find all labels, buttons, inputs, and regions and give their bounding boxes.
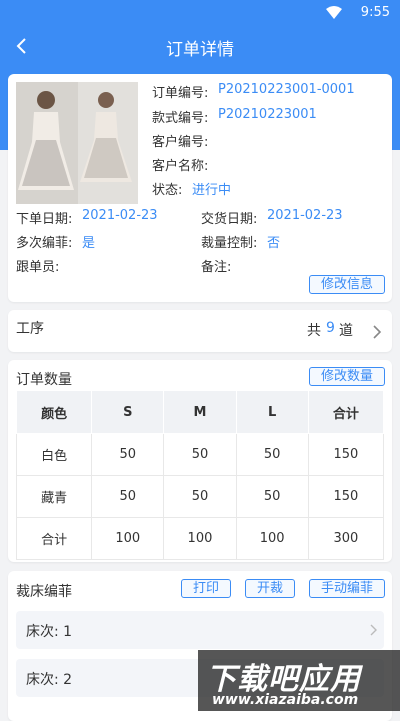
process-card[interactable]: 工序 共 9 道 [8, 310, 392, 352]
table-cell: 100 [91, 517, 165, 560]
follower-label: 跟单员: [16, 260, 60, 275]
remark-label: 备注: [201, 260, 232, 275]
table-row: 藏青 50 50 50 150 [15, 475, 385, 518]
cut-control-value: 否 [267, 236, 281, 251]
status-bar: 9:55 [0, 0, 400, 26]
bed-row[interactable]: 床次: 1 [16, 611, 384, 649]
customer-name-label: 客户名称: [152, 159, 209, 174]
table-cell: 150 [307, 433, 385, 476]
table-row: 合计 100 100 100 300 [15, 517, 385, 560]
column-header: S [91, 390, 165, 434]
column-header: L [235, 390, 309, 434]
header: 订单详情 [0, 26, 400, 66]
process-count: 9 [326, 320, 335, 336]
wifi-icon [326, 6, 342, 19]
table-cell: 白色 [15, 433, 93, 476]
column-header: 颜色 [15, 390, 93, 434]
cut-control-label: 裁量控制: [201, 236, 258, 251]
customer-no-label: 客户编号: [152, 135, 209, 150]
chevron-right-icon [370, 624, 377, 636]
process-count-prefix: 共 [307, 323, 321, 339]
order-date-value: 2021-02-23 [82, 208, 158, 223]
table-cell: 藏青 [15, 475, 93, 518]
order-no-value: P20210223001-0001 [218, 82, 355, 97]
table-cell: 100 [163, 517, 237, 560]
column-header: 合计 [307, 390, 385, 434]
style-no-value: P20210223001 [218, 107, 317, 122]
table-header-row: 颜色 S M L 合计 [15, 390, 385, 434]
watermark: 下载吧应用 www.xiazaiba.com [198, 650, 400, 711]
status-label: 状态: [152, 183, 183, 198]
order-info-card: 订单编号: P20210223001-0001 款式编号: P202102230… [8, 74, 392, 302]
manual-number-button[interactable]: 手动编菲 [309, 579, 385, 598]
table-cell: 50 [235, 475, 309, 518]
delivery-date-value: 2021-02-23 [267, 208, 343, 223]
status-value: 进行中 [192, 183, 232, 198]
column-header: M [163, 390, 237, 434]
table-cell: 300 [307, 517, 385, 560]
table-cell: 50 [163, 433, 237, 476]
style-no-label: 款式编号: [152, 111, 209, 126]
table-cell: 合计 [15, 517, 93, 560]
process-count-suffix: 道 [339, 323, 353, 339]
quantity-card: 订单数量 修改数量 颜色 S M L 合计 白色 50 50 50 150 藏青… [8, 360, 392, 562]
delivery-date-label: 交货日期: [201, 212, 258, 227]
table-cell: 50 [91, 433, 165, 476]
bed-label: 床次: 2 [26, 672, 73, 688]
order-no-label: 订单编号: [152, 86, 209, 101]
chevron-right-icon [373, 325, 382, 339]
table-cell: 50 [235, 433, 309, 476]
product-image [16, 82, 138, 204]
table-cell: 50 [163, 475, 237, 518]
quantity-table: 颜色 S M L 合计 白色 50 50 50 150 藏青 50 50 50 … [15, 390, 385, 560]
order-date-label: 下单日期: [16, 212, 73, 227]
watermark-url: www.xiazaiba.com [212, 692, 359, 708]
table-cell: 50 [91, 475, 165, 518]
edit-quantity-button[interactable]: 修改数量 [309, 367, 385, 386]
table-cell: 150 [307, 475, 385, 518]
table-cell: 100 [235, 517, 309, 560]
cutting-title: 裁床编菲 [16, 584, 72, 600]
bed-label: 床次: 1 [26, 624, 73, 640]
page-title: 订单详情 [166, 40, 234, 60]
edit-info-button[interactable]: 修改信息 [309, 275, 385, 294]
multi-number-value: 是 [82, 236, 96, 251]
multi-number-label: 多次编菲: [16, 236, 73, 251]
start-cutting-button[interactable]: 开裁 [245, 579, 295, 598]
status-time: 9:55 [360, 5, 390, 20]
process-label: 工序 [16, 321, 44, 337]
quantity-title: 订单数量 [16, 372, 72, 388]
print-button[interactable]: 打印 [181, 579, 231, 598]
table-row: 白色 50 50 50 150 [15, 433, 385, 476]
